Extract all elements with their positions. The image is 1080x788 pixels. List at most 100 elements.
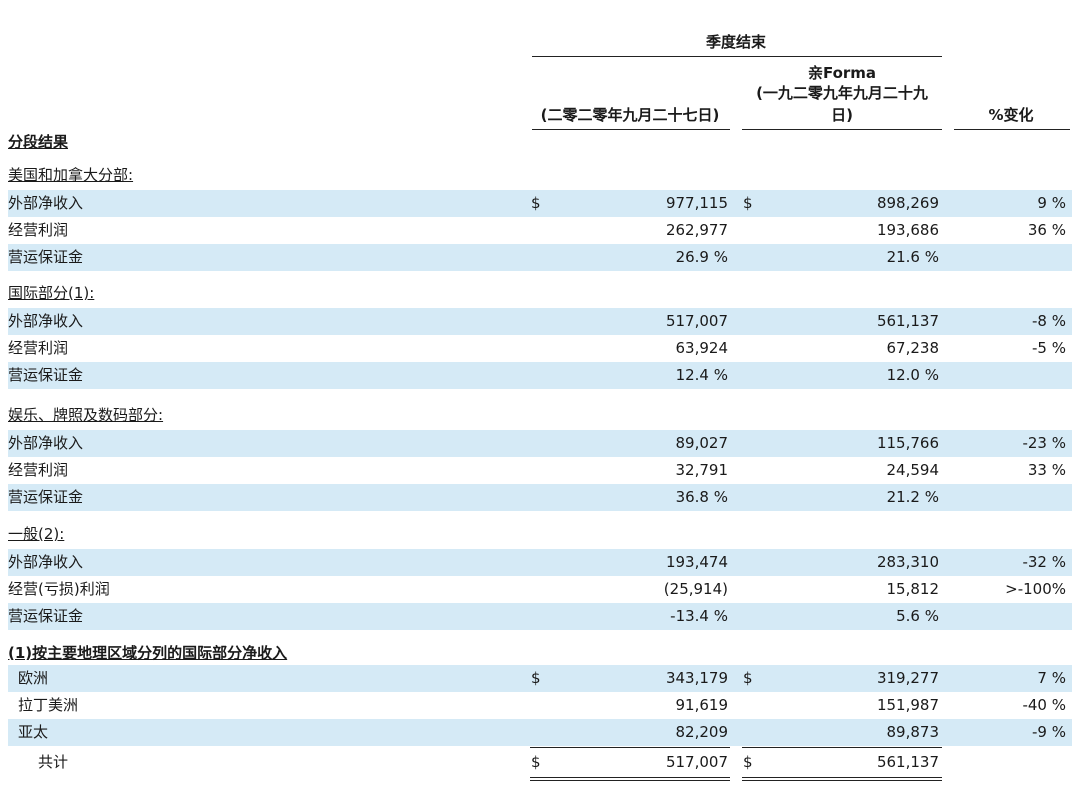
quarter-end-rule (532, 56, 942, 57)
value-2020: 12.4 % (675, 366, 728, 384)
value-2019: 561,137 (876, 312, 939, 330)
table-row: 外部净收入 193,474 283,310 -32 % (8, 549, 1072, 576)
pct-change: -8 % (1032, 312, 1066, 330)
table-row: 经营利润 32,791 24,594 33 % (8, 457, 1072, 484)
value-2019: 151,987 (876, 696, 939, 714)
table-row: 营运保证金 12.4 % 12.0 % (8, 362, 1072, 389)
total-double-rule-col2-a (742, 777, 942, 778)
value-2019: 67,238 (886, 339, 940, 357)
table-row: 营运保证金 36.8 % 21.2 % (8, 484, 1072, 511)
col1-header: (二零二零年九月二十七日) (540, 106, 720, 124)
table-row: 外部净收入 $ 977,115 $ 898,269 9 % (8, 190, 1072, 217)
row-label: 营运保证金 (8, 366, 84, 384)
value-2019: 12.0 % (886, 366, 939, 384)
dollar-sign: $ (743, 753, 753, 771)
pct-change: -9 % (1032, 723, 1066, 741)
value-2020: -13.4 % (670, 607, 728, 625)
row-label: 亚太 (18, 723, 49, 741)
row-label: 外部净收入 (8, 553, 84, 571)
pct-change: 7 % (1037, 669, 1066, 687)
segment-results-title: 分段结果 (8, 133, 69, 151)
value-2019: 561,137 (876, 753, 939, 771)
dollar-sign: $ (531, 194, 541, 212)
value-2019: 193,686 (876, 221, 939, 239)
row-label: 外部净收入 (8, 434, 84, 452)
row-label: 营运保证金 (8, 488, 84, 506)
value-2020: (25,914) (663, 580, 728, 598)
col2-header-line3: 日) (831, 106, 853, 124)
section-general: 一般(2): (8, 525, 65, 543)
total-double-rule-col1-b (530, 780, 730, 781)
table-row: 拉丁美洲 91,619 151,987 -40 % (8, 692, 1072, 719)
row-label: 外部净收入 (8, 194, 84, 212)
total-double-rule-col2-b (742, 780, 942, 781)
row-label: 经营利润 (8, 461, 69, 479)
value-2020: 517,007 (665, 312, 728, 330)
value-2020: 343,179 (665, 669, 728, 687)
col2-header-rule (742, 129, 942, 130)
table-row: 外部净收入 517,007 561,137 -8 % (8, 308, 1072, 335)
section-entertainment: 娱乐、牌照及数码部分: (8, 406, 164, 424)
pct-change: >-100% (1005, 580, 1066, 598)
table-row: 经营利润 63,924 67,238 -5 % (8, 335, 1072, 362)
value-2019: 319,277 (876, 669, 939, 687)
value-2020: 193,474 (665, 553, 728, 571)
value-2019: 283,310 (876, 553, 939, 571)
dollar-sign: $ (743, 194, 753, 212)
dollar-sign: $ (531, 753, 541, 771)
section-us-canada: 美国和加拿大分部: (8, 166, 134, 184)
row-label: 经营利润 (8, 221, 69, 239)
section-international: 国际部分(1): (8, 284, 95, 302)
row-label: 共计 (38, 753, 69, 771)
table-row: 经营利润 262,977 193,686 36 % (8, 217, 1072, 244)
value-2019: 15,812 (886, 580, 940, 598)
subtotal-rule-col1 (530, 747, 730, 748)
col1-header-rule (532, 129, 730, 130)
row-label: 欧洲 (18, 669, 49, 687)
value-2019: 21.2 % (886, 488, 939, 506)
quarter-end-header: 季度结束 (705, 33, 766, 51)
table-row-total: 共计 $ 517,007 $ 561,137 (8, 749, 1072, 776)
pct-change: -32 % (1022, 553, 1066, 571)
table-row: 亚太 82,209 89,873 -9 % (8, 719, 1072, 746)
row-label: 外部净收入 (8, 312, 84, 330)
pct-change: -40 % (1022, 696, 1066, 714)
col3-header-rule (954, 129, 1070, 130)
value-2020: 517,007 (665, 753, 728, 771)
row-label: 拉丁美洲 (18, 696, 79, 714)
pct-change: -23 % (1022, 434, 1066, 452)
value-2019: 115,766 (876, 434, 939, 452)
table-row: 营运保证金 26.9 % 21.6 % (8, 244, 1072, 271)
table-row: 外部净收入 89,027 115,766 -23 % (8, 430, 1072, 457)
dollar-sign: $ (743, 669, 753, 687)
value-2020: 82,209 (675, 723, 729, 741)
value-2020: 262,977 (665, 221, 728, 239)
dollar-sign: $ (531, 669, 541, 687)
pct-change: 36 % (1027, 221, 1066, 239)
value-2020: 63,924 (675, 339, 729, 357)
value-2020: 91,619 (675, 696, 729, 714)
col2-header-line2: (一九二零九年九月二十九 (756, 84, 928, 102)
pct-change: 33 % (1027, 461, 1066, 479)
table-row: 欧洲 $ 343,179 $ 319,277 7 % (8, 665, 1072, 692)
value-2020: 32,791 (675, 461, 729, 479)
value-2020: 89,027 (675, 434, 729, 452)
table-row: 营运保证金 -13.4 % 5.6 % (8, 603, 1072, 630)
value-2019: 24,594 (886, 461, 940, 479)
section-footnote-international: (1)按主要地理区域分列的国际部分净收入 (8, 644, 288, 662)
value-2020: 36.8 % (675, 488, 728, 506)
pct-change: -5 % (1032, 339, 1066, 357)
table-row: 经营(亏损)利润 (25,914) 15,812 >-100% (8, 576, 1072, 603)
col2-header-line1: 亲Forma (807, 64, 877, 82)
value-2019: 898,269 (876, 194, 939, 212)
total-double-rule-col1-a (530, 777, 730, 778)
row-label: 经营(亏损)利润 (8, 580, 110, 598)
row-label: 营运保证金 (8, 607, 84, 625)
subtotal-rule-col2 (742, 747, 942, 748)
value-2020: 26.9 % (675, 248, 728, 266)
value-2020: 977,115 (665, 194, 728, 212)
value-2019: 21.6 % (886, 248, 939, 266)
value-2019: 89,873 (886, 723, 940, 741)
row-label: 经营利润 (8, 339, 69, 357)
row-label: 营运保证金 (8, 248, 84, 266)
